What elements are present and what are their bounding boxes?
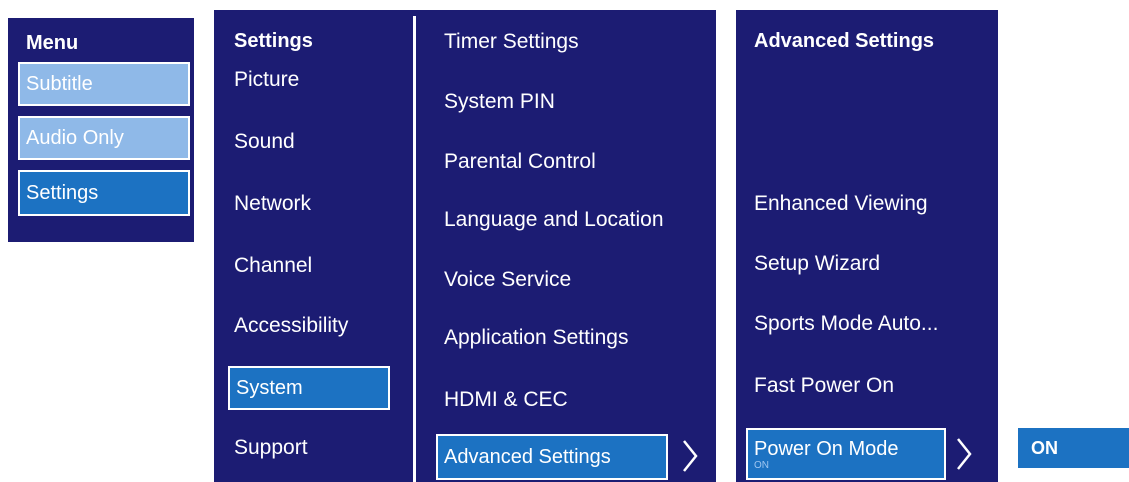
settings-item-system-label: System bbox=[236, 376, 303, 399]
system-item-language-location[interactable]: Language and Location bbox=[444, 208, 664, 232]
system-item-timer-settings[interactable]: Timer Settings bbox=[444, 30, 579, 54]
system-item-system-pin[interactable]: System PIN bbox=[444, 90, 555, 114]
settings-item-channel[interactable]: Channel bbox=[234, 254, 312, 278]
power-on-mode-current-value: ON bbox=[754, 459, 769, 471]
menu-item-subtitle-label: Subtitle bbox=[26, 72, 93, 95]
advanced-item-setup-wizard[interactable]: Setup Wizard bbox=[754, 252, 880, 276]
advanced-settings-title: Advanced Settings bbox=[754, 30, 935, 52]
menu-item-audio-only[interactable]: Audio Only bbox=[18, 116, 190, 160]
advanced-item-power-on-mode[interactable]: Power On Mode ON bbox=[746, 428, 946, 480]
system-item-application-settings[interactable]: Application Settings bbox=[444, 326, 628, 350]
system-item-hdmi-cec[interactable]: HDMI & CEC bbox=[444, 388, 568, 412]
settings-item-picture[interactable]: Picture bbox=[234, 68, 299, 92]
menu-panel: Menu Subtitle Audio Only Settings bbox=[8, 18, 194, 242]
settings-item-sound[interactable]: Sound bbox=[234, 130, 295, 154]
advanced-item-fast-power-on[interactable]: Fast Power On bbox=[754, 374, 894, 398]
advanced-item-sports-mode-auto[interactable]: Sports Mode Auto... bbox=[754, 312, 938, 336]
settings-title: Settings bbox=[234, 30, 313, 52]
panel-divider bbox=[413, 16, 416, 482]
settings-panel: Settings Picture Sound Network Channel A… bbox=[214, 10, 716, 482]
settings-item-support[interactable]: Support bbox=[234, 436, 308, 460]
menu-title: Menu bbox=[26, 32, 79, 54]
system-item-advanced-settings-label: Advanced Settings bbox=[444, 445, 611, 468]
menu-item-audio-only-label: Audio Only bbox=[26, 126, 124, 149]
system-item-advanced-settings[interactable]: Advanced Settings bbox=[436, 434, 668, 480]
menu-item-settings[interactable]: Settings bbox=[18, 170, 190, 216]
system-item-parental-control[interactable]: Parental Control bbox=[444, 150, 596, 174]
power-on-mode-value: ON bbox=[1031, 437, 1058, 458]
chevron-right-icon bbox=[954, 436, 974, 472]
settings-item-accessibility[interactable]: Accessibility bbox=[234, 314, 348, 338]
advanced-settings-panel: Advanced Settings Enhanced Viewing Setup… bbox=[736, 10, 998, 482]
settings-item-system[interactable]: System bbox=[228, 366, 390, 410]
power-on-mode-label: Power On Mode bbox=[754, 437, 899, 460]
menu-item-subtitle[interactable]: Subtitle bbox=[18, 62, 190, 106]
menu-item-settings-label: Settings bbox=[26, 181, 99, 204]
system-item-voice-service[interactable]: Voice Service bbox=[444, 268, 571, 292]
chevron-right-icon bbox=[680, 438, 700, 474]
settings-item-network[interactable]: Network bbox=[234, 192, 311, 216]
advanced-item-enhanced-viewing[interactable]: Enhanced Viewing bbox=[754, 192, 928, 216]
power-on-mode-value-panel[interactable]: ON bbox=[1018, 428, 1129, 468]
